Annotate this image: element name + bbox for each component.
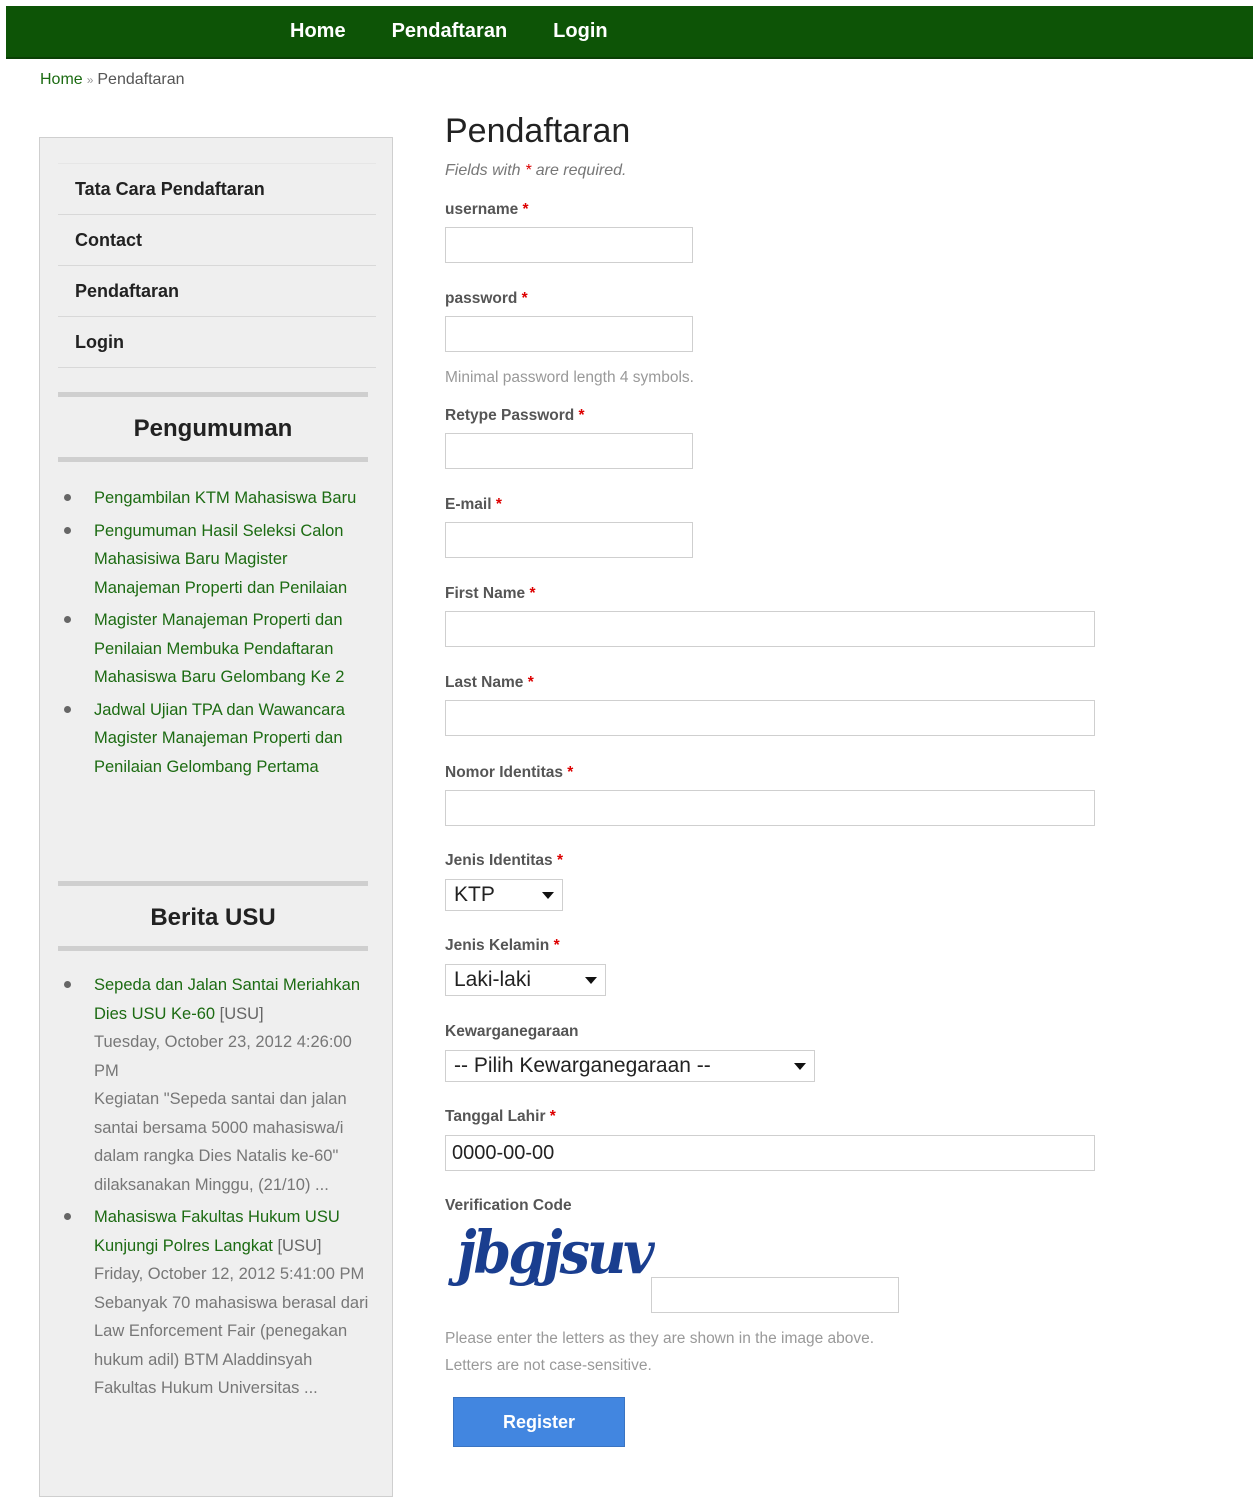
main-nav: Home Pendaftaran Login — [287, 6, 651, 57]
email-input[interactable] — [445, 522, 693, 558]
verification-code-input[interactable] — [651, 1277, 899, 1313]
required-marker: * — [529, 585, 536, 602]
captcha-hint: Please enter the letters as they are sho… — [445, 1330, 875, 1347]
berita-date: Tuesday, October 23, 2012 4:26:00 PM — [94, 1033, 352, 1080]
sidebar-item-pendaftaran[interactable]: Pendaftaran — [58, 266, 376, 317]
berita-summary: Kegiatan "Sepeda santai dan jalan santai… — [94, 1090, 347, 1194]
berita-heading: Berita USU — [58, 881, 368, 951]
required-marker: * — [557, 852, 564, 869]
password-hint: Minimal password length 4 symbols. — [445, 369, 694, 386]
berita-source: [USU] — [277, 1236, 322, 1255]
pengumuman-link[interactable]: Jadwal Ujian TPA dan Wawancara Magister … — [94, 701, 345, 776]
kewarganegaraan-label: Kewarganegaraan — [445, 1023, 579, 1040]
username-input[interactable] — [445, 227, 693, 263]
jenis-identitas-label: Jenis Identitas * — [445, 852, 563, 870]
retype-password-label-text: Retype Password — [445, 407, 575, 424]
nomor-identitas-label: Nomor Identitas * — [445, 764, 573, 782]
required-marker: * — [567, 764, 574, 781]
breadcrumb: Home» Pendaftaran — [40, 71, 185, 89]
list-item: Sepeda dan Jalan Santai Meriahkan Dies U… — [58, 971, 376, 1199]
last-name-label-text: Last Name — [445, 674, 524, 691]
username-label-text: username — [445, 201, 519, 218]
nomor-identitas-label-text: Nomor Identitas — [445, 764, 563, 781]
username-label: username * — [445, 201, 529, 219]
password-label-text: password — [445, 290, 518, 307]
first-name-input[interactable] — [445, 611, 1095, 647]
first-name-label: First Name * — [445, 585, 535, 603]
berita-source: [USU] — [219, 1004, 264, 1023]
tanggal-lahir-input[interactable] — [445, 1135, 1095, 1171]
required-note-pre: Fields with — [445, 162, 521, 179]
password-input[interactable] — [445, 316, 693, 352]
required-marker: * — [578, 407, 585, 424]
jenis-identitas-label-text: Jenis Identitas — [445, 852, 553, 869]
captcha-image: jbgjsuv — [457, 1216, 655, 1288]
email-label: E-mail * — [445, 496, 502, 514]
breadcrumb-home-link[interactable]: Home — [40, 71, 83, 88]
kewarganegaraan-select[interactable]: -- Pilih Kewarganegaraan -- — [445, 1050, 815, 1082]
jenis-kelamin-select[interactable]: Laki-laki — [445, 964, 606, 996]
chevron-down-icon — [542, 891, 554, 899]
tanggal-lahir-label-text: Tanggal Lahir — [445, 1108, 546, 1125]
list-item: Jadwal Ujian TPA dan Wawancara Magister … — [58, 696, 376, 782]
tanggal-lahir-label: Tanggal Lahir * — [445, 1108, 556, 1126]
captcha-case-hint: Letters are not case-sensitive. — [445, 1357, 652, 1374]
last-name-label: Last Name * — [445, 674, 534, 692]
sidebar: Tata Cara Pendaftaran Contact Pendaftara… — [39, 137, 393, 1497]
breadcrumb-separator: » — [86, 73, 94, 87]
pengumuman-list: Pengambilan KTM Mahasiswa Baru Pengumuma… — [58, 484, 376, 785]
sidebar-item-login[interactable]: Login — [58, 317, 376, 368]
required-star: * — [525, 162, 532, 179]
pengumuman-link[interactable]: Pengambilan KTM Mahasiswa Baru — [94, 489, 356, 507]
berita-list: Sepeda dan Jalan Santai Meriahkan Dies U… — [58, 971, 376, 1407]
required-note: Fields with * are required. — [445, 162, 626, 180]
pengumuman-link[interactable]: Pengumuman Hasil Seleksi Calon Mahasisiw… — [94, 522, 347, 597]
verification-code-label: Verification Code — [445, 1197, 572, 1214]
jenis-kelamin-label-text: Jenis Kelamin — [445, 937, 550, 954]
sidebar-item-contact[interactable]: Contact — [58, 215, 376, 266]
chevron-down-icon — [794, 1062, 806, 1070]
jenis-identitas-select[interactable]: KTP — [445, 879, 563, 911]
top-navbar: Home Pendaftaran Login — [6, 6, 1253, 59]
nomor-identitas-input[interactable] — [445, 790, 1095, 826]
required-marker: * — [553, 937, 560, 954]
pengumuman-heading: Pengumuman — [58, 392, 368, 462]
list-item: Mahasiswa Fakultas Hukum USU Kunjungi Po… — [58, 1203, 376, 1403]
register-button[interactable]: Register — [453, 1397, 625, 1447]
last-name-input[interactable] — [445, 700, 1095, 736]
jenis-identitas-value: KTP — [454, 883, 495, 906]
retype-password-input[interactable] — [445, 433, 693, 469]
required-marker: * — [527, 674, 534, 691]
retype-password-label: Retype Password * — [445, 407, 585, 425]
first-name-label-text: First Name — [445, 585, 526, 602]
nav-pendaftaran-link[interactable]: Pendaftaran — [389, 20, 511, 43]
required-marker: * — [549, 1108, 556, 1125]
required-marker: * — [495, 496, 502, 513]
breadcrumb-current: Pendaftaran — [97, 71, 185, 88]
list-item: Pengumuman Hasil Seleksi Calon Mahasisiw… — [58, 517, 376, 603]
list-item: Pengambilan KTM Mahasiswa Baru — [58, 484, 376, 513]
required-marker: * — [522, 201, 529, 218]
nav-login-link[interactable]: Login — [550, 20, 610, 43]
berita-summary: Sebanyak 70 mahasiswa berasal dari Law E… — [94, 1293, 369, 1398]
pengumuman-link[interactable]: Magister Manajeman Properti dan Penilaia… — [94, 611, 344, 686]
sidebar-menu: Tata Cara Pendaftaran Contact Pendaftara… — [58, 163, 376, 368]
password-label: password * — [445, 290, 528, 308]
list-item: Magister Manajeman Properti dan Penilaia… — [58, 606, 376, 692]
jenis-kelamin-label: Jenis Kelamin * — [445, 937, 560, 955]
email-label-text: E-mail — [445, 496, 492, 513]
jenis-kelamin-value: Laki-laki — [454, 968, 532, 991]
sidebar-item-tata-cara[interactable]: Tata Cara Pendaftaran — [58, 163, 376, 215]
kewarganegaraan-value: -- Pilih Kewarganegaraan -- — [454, 1054, 711, 1077]
chevron-down-icon — [585, 976, 597, 984]
berita-date: Friday, October 12, 2012 5:41:00 PM — [94, 1265, 365, 1283]
required-marker: * — [521, 290, 528, 307]
page-title: Pendaftaran — [445, 112, 631, 150]
nav-home-link[interactable]: Home — [287, 20, 349, 43]
required-note-post: are required. — [535, 162, 627, 179]
